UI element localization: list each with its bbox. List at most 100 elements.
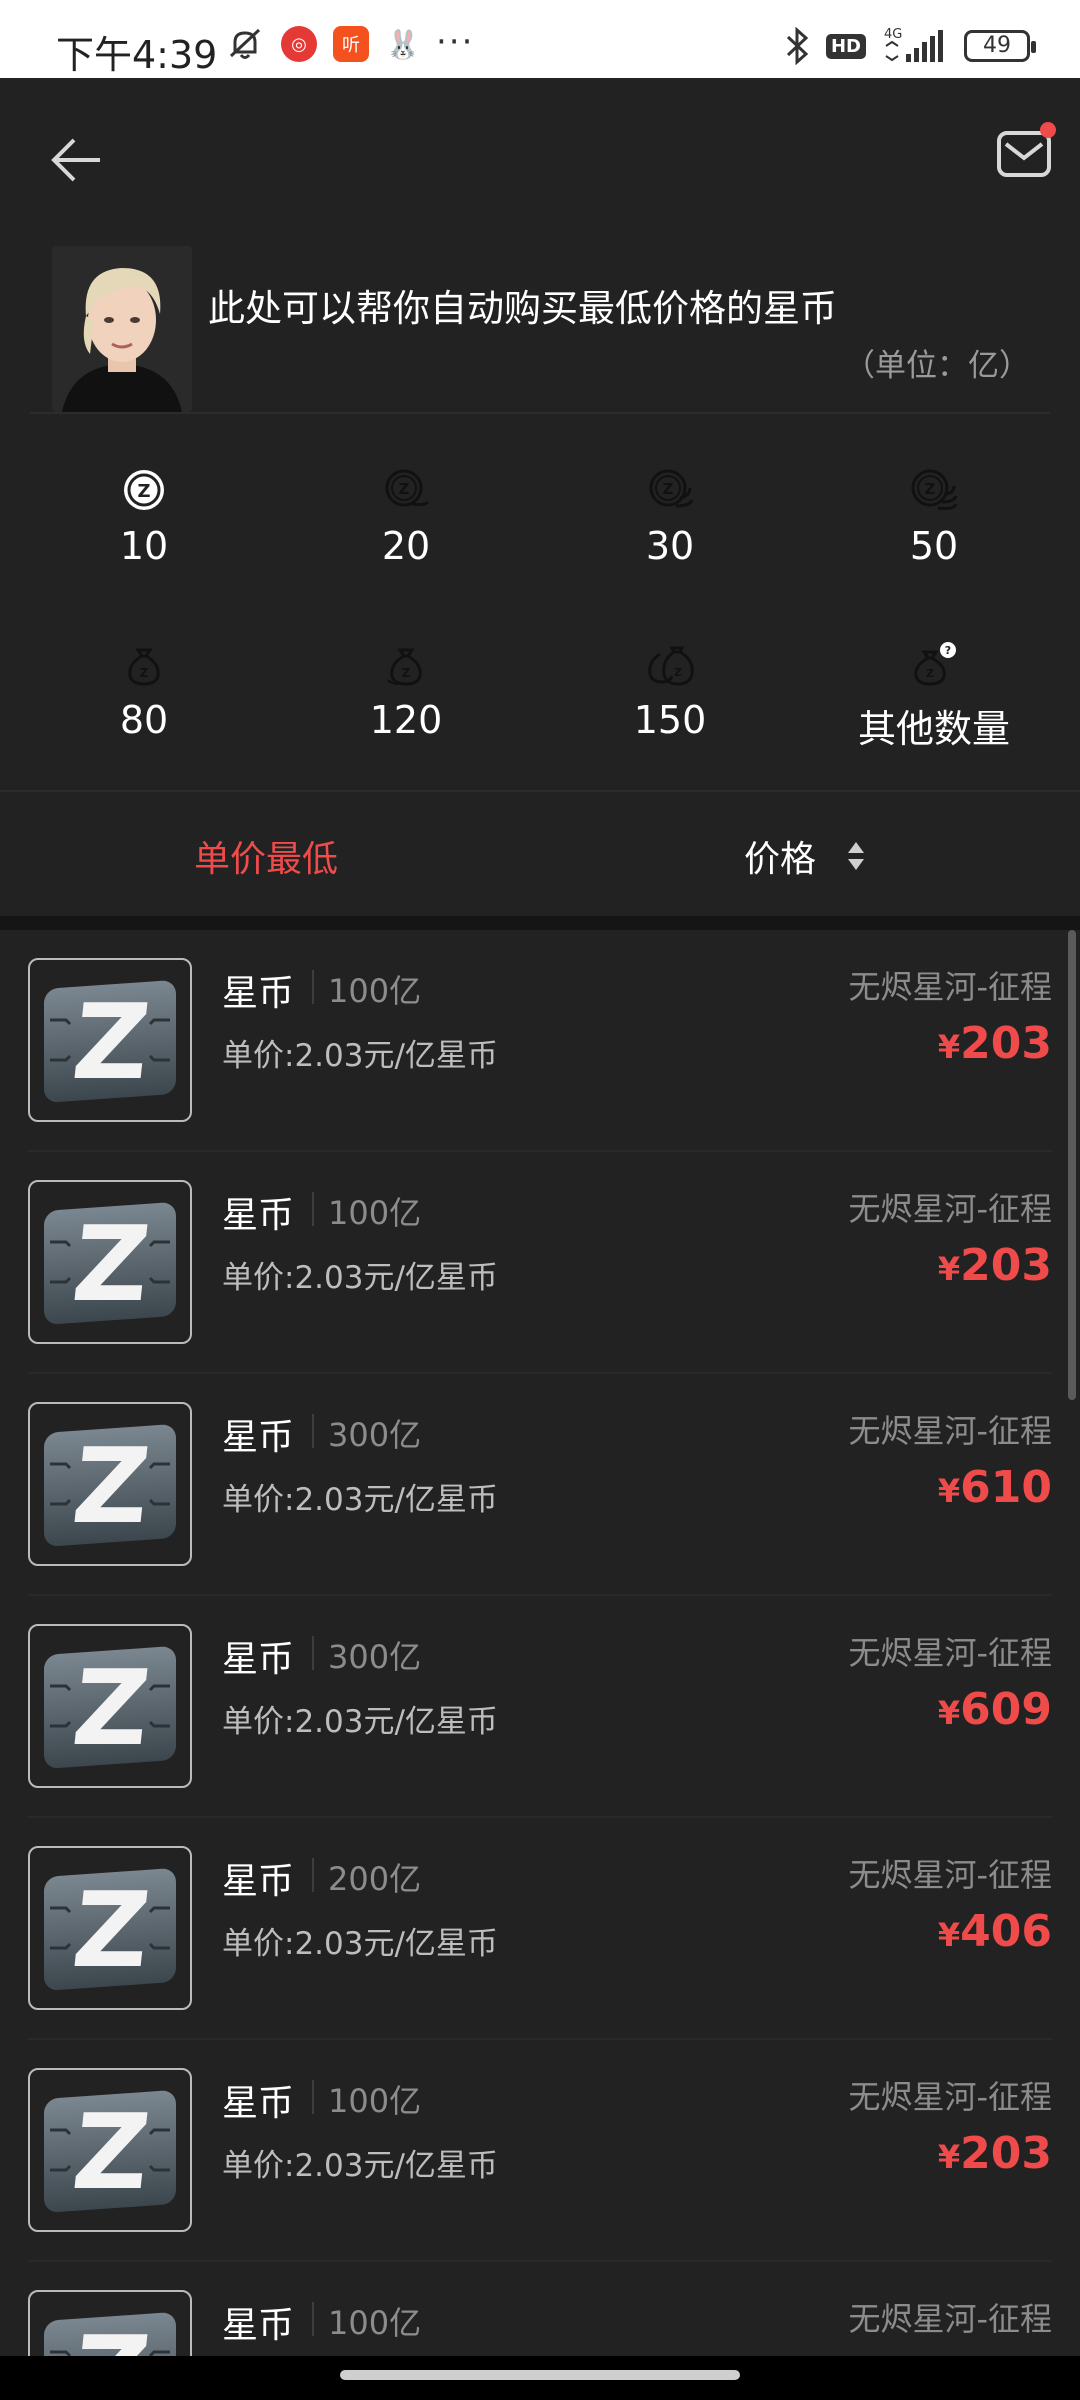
price-value: 610	[960, 1462, 1052, 1513]
listing-price: ¥609	[938, 1684, 1052, 1735]
status-time: 下午4:39	[56, 33, 218, 77]
listing-amount: 100亿	[328, 2082, 422, 2120]
divider	[30, 412, 1050, 414]
battery-icon: 49	[964, 30, 1036, 62]
star-coin-thumbnail: Z	[28, 1846, 192, 2010]
audio-app-icon: 听	[333, 26, 369, 62]
system-icons: HD 4G 49	[782, 26, 1036, 66]
assistant-avatar	[52, 246, 192, 412]
listing-server: 无烬星河-征程	[848, 1412, 1052, 1450]
netease-music-icon: ◎	[281, 26, 317, 62]
listing-price: ¥203	[938, 1018, 1052, 1069]
coins-icon: Z	[385, 469, 430, 507]
svg-text:Z: Z	[926, 667, 934, 680]
listing-name: 星币	[222, 1861, 295, 1902]
listing-amount: 300亿	[328, 1416, 422, 1454]
separator	[312, 1192, 314, 1226]
currency-symbol: ¥	[937, 1028, 961, 1066]
section-separator	[0, 916, 1080, 930]
listing-item[interactable]: Z 星币 300亿单价:2.03元/亿星币 无烬星河-征程 ¥609	[0, 1596, 1060, 1818]
star-coin-thumbnail: Z	[28, 1402, 192, 1566]
sort-lowest-unit-price-tab[interactable]: 单价最低	[194, 830, 338, 882]
quantity-option-120[interactable]: Z 120	[316, 640, 496, 742]
svg-text:Z: Z	[674, 666, 682, 679]
coins-icon: Z	[911, 469, 958, 510]
svg-text:Z: Z	[663, 480, 674, 498]
quantity-option-20[interactable]: Z 20	[316, 466, 496, 568]
listing-item[interactable]: Z 星币 100亿 单价:2.03元/亿星币 无烬星河-征程 ¥203	[0, 930, 1060, 1152]
status-bar: 下午4:39 ◎ 听 🐰 ··· HD 4G 49	[0, 0, 1080, 78]
listing-item[interactable]: Z 星币 100亿 无烬星河-征程	[0, 2262, 1060, 2356]
home-gesture-handle[interactable]	[340, 2370, 740, 2380]
svg-text:Z: Z	[399, 480, 410, 498]
back-arrow-icon[interactable]	[48, 130, 108, 190]
price-value: 203	[960, 1240, 1052, 1291]
listing-unit-price: 单价:2.03元/亿星币	[222, 1926, 498, 1962]
svg-text:Z: Z	[67, 981, 155, 1103]
listing-name: 星币	[222, 973, 295, 1014]
currency-symbol: ¥	[937, 2138, 961, 2176]
signal-icon: 4G	[884, 27, 943, 62]
listing-amount: 100亿	[328, 2304, 422, 2342]
listing-item[interactable]: Z 星币 100亿单价:2.03元/亿星币 无烬星河-征程 ¥203	[0, 1152, 1060, 1374]
listing-amount: 200亿	[328, 1860, 422, 1898]
separator	[312, 1636, 314, 1670]
svg-text:Z: Z	[925, 480, 936, 498]
mail-unread-badge	[1040, 122, 1056, 138]
listing-price: ¥203	[938, 2128, 1052, 2179]
listing-server: 无烬星河-征程	[848, 2078, 1052, 2116]
quantity-option-10[interactable]: Z 10	[54, 466, 234, 568]
svg-text:Z: Z	[402, 666, 411, 680]
listing-name: 星币	[222, 1639, 295, 1680]
listing-unit-price: 单价:2.03元/亿星币	[222, 1260, 498, 1296]
quantity-option-50[interactable]: Z 50	[844, 466, 1024, 568]
separator	[312, 970, 314, 1004]
listing-amount: 300亿	[328, 1638, 422, 1676]
listing-item[interactable]: Z 星币 300亿 单价:2.03元/亿星币 无烬星河-征程 ¥610	[0, 1374, 1060, 1596]
quantity-option-other[interactable]: Z ? 其他数量	[844, 640, 1024, 753]
listing-item[interactable]: Z 星币 200亿单价:2.03元/亿星币 无烬星河-征程 ¥406	[0, 1818, 1060, 2040]
listing-name: 星币	[222, 2083, 295, 2124]
money-bag-icon: Z	[387, 648, 422, 686]
price-value: 203	[960, 2128, 1052, 2179]
bluetooth-icon	[786, 27, 809, 65]
listing-server: 无烬星河-征程	[848, 1190, 1052, 1228]
banner-message: 此处可以帮你自动购买最低价格的星币	[208, 287, 837, 330]
listing-name: 星币	[222, 1195, 295, 1236]
svg-text:Z: Z	[140, 666, 149, 680]
currency-symbol: ¥	[937, 1694, 961, 1732]
scrollbar[interactable]	[1068, 930, 1076, 1400]
separator	[312, 2302, 314, 2336]
listing-server: 无烬星河-征程	[848, 1856, 1052, 1894]
money-bag-icon: Z	[128, 648, 160, 686]
listing-unit-price: 单价:2.03元/亿星币	[222, 1704, 498, 1740]
listing-price: ¥406	[938, 1906, 1052, 1957]
svg-text:Z: Z	[67, 2313, 155, 2356]
money-bag-question-icon: Z ?	[914, 642, 956, 686]
separator	[312, 1414, 314, 1448]
price-value: 203	[960, 1018, 1052, 1069]
listing-unit-price: 单价:2.03元/亿星币	[222, 1482, 498, 1518]
coin-icon: Z	[124, 470, 164, 510]
svg-text:Z: Z	[67, 2091, 155, 2213]
currency-symbol: ¥	[937, 1250, 961, 1288]
star-coin-thumbnail: Z	[28, 1624, 192, 1788]
quantity-option-30[interactable]: Z 30	[580, 466, 760, 568]
listing-list: Z 星币 100亿 单价:2.03元/亿星币 无烬星河-征程 ¥203 Z 星币 100亿 单价:…	[0, 930, 1080, 2356]
sort-arrows-icon[interactable]	[846, 838, 866, 874]
hd-voice-icon: HD	[825, 33, 866, 59]
listing-unit-price: 单价:2.03元/亿星币	[222, 1038, 498, 1074]
svg-text:4G: 4G	[884, 27, 902, 42]
star-coin-thumbnail: Z	[28, 958, 192, 1122]
sort-price-tab[interactable]: 价格	[744, 830, 816, 882]
star-coin-thumbnail: Z	[28, 2290, 192, 2356]
listing-unit-price: 单价:2.03元/亿星币	[222, 2148, 498, 2184]
svg-text:Z: Z	[67, 1203, 155, 1325]
listing-item[interactable]: Z 星币 100亿单价:2.03元/亿星币 无烬星河-征程 ¥203	[0, 2040, 1060, 2262]
listing-server: 无烬星河-征程	[848, 1634, 1052, 1672]
quantity-option-150[interactable]: Z 150	[580, 640, 760, 742]
svg-text:Z: Z	[67, 1869, 155, 1991]
listing-amount: 100亿	[328, 1194, 422, 1232]
quantity-option-80[interactable]: Z 80	[54, 640, 234, 742]
currency-symbol: ¥	[937, 1472, 961, 1510]
